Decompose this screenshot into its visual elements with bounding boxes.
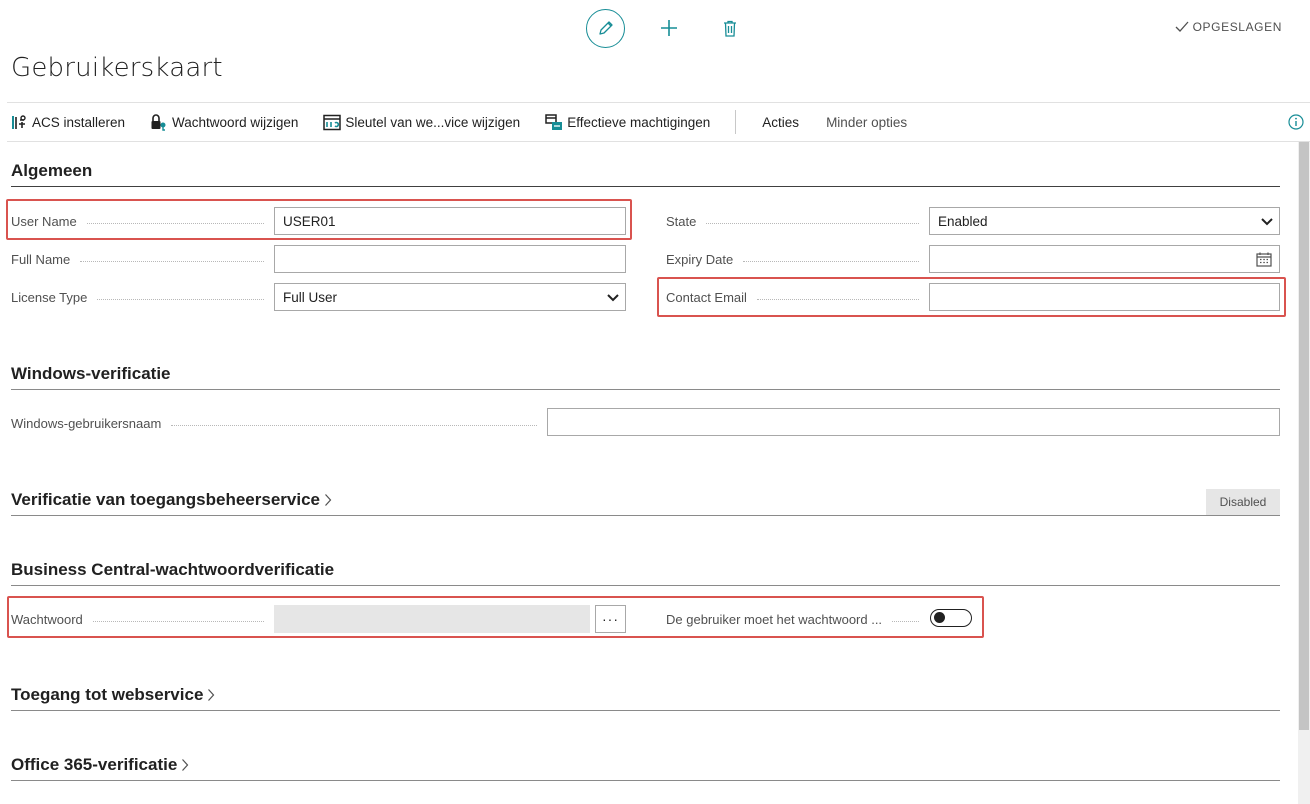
label-leader [97,299,264,300]
effective-permissions-action[interactable]: Effectieve machtigingen [545,113,711,131]
state-select[interactable]: Enabled [929,207,1280,235]
info-icon [1288,114,1304,130]
license-type-select[interactable]: Full User [274,283,626,311]
acs-setup-label: ACS installeren [32,114,126,130]
plus-icon [661,20,677,36]
section-divider [11,585,1280,586]
section-divider [11,186,1280,187]
pencil-icon [598,21,613,35]
chevron-right-icon [182,759,189,771]
label-leader [743,261,919,262]
page-title: Gebruikerskaart [11,53,223,83]
windows-username-label-text: Windows-gebruikersnaam [11,416,162,431]
state-value: Enabled [938,213,988,229]
expiry-date-label: Expiry Date [666,252,919,267]
chevron-down-icon [607,294,619,302]
section-title-office365-text: Office 365-verificatie [11,755,178,774]
license-type-label: License Type [11,290,264,305]
key-password-icon [151,113,166,131]
contact-email-highlight [657,277,1286,317]
section-divider [11,389,1280,390]
section-title-office365[interactable]: Office 365-verificatie [11,755,189,775]
chevron-down-icon [1261,218,1273,226]
save-status: OPGESLAGEN [1175,20,1282,34]
calendar-icon[interactable] [1256,252,1272,267]
chevron-right-icon [325,494,332,506]
section-title-acs[interactable]: Verificatie van toegangsbeheerservice [11,490,332,510]
effective-permissions-label: Effectieve machtigingen [567,114,711,130]
full-name-label-text: Full Name [11,252,71,267]
section-divider [11,515,1280,516]
section-title-webservice-text: Toegang tot webservice [11,685,204,704]
label-leader [80,261,264,262]
section-title-general[interactable]: Algemeen [11,161,92,181]
section-title-webservice[interactable]: Toegang tot webservice [11,685,215,705]
full-name-label: Full Name [11,252,264,267]
section-divider [11,780,1280,781]
section-title-acs-text: Verificatie van toegangsbeheerservice [11,490,320,509]
state-label-text: State [666,214,697,229]
actions-menu-button[interactable]: Acties [762,115,799,130]
section-title-windows[interactable]: Windows-verificatie [11,364,171,384]
save-status-label: OPGESLAGEN [1192,20,1282,34]
action-separator [735,110,737,134]
expiry-date-label-text: Expiry Date [666,252,734,267]
record-toolbar [586,8,742,48]
section-title-windows-text: Windows-verificatie [11,364,171,383]
section-divider [11,710,1280,711]
user-name-highlight [6,199,632,240]
license-type-label-text: License Type [11,290,88,305]
scrollbar-thumb[interactable] [1299,142,1309,730]
edit-button[interactable] [586,8,625,48]
change-webservice-key-action[interactable]: Sleutel van we...vice wijzigen [323,114,520,131]
state-label: State [666,214,919,229]
delete-button[interactable] [718,16,742,40]
fewer-options-button[interactable]: Minder opties [826,115,907,130]
change-webservice-key-label: Sleutel van we...vice wijzigen [345,114,521,130]
label-leader [706,223,919,224]
new-button[interactable] [657,16,681,40]
acs-setup-icon [12,114,26,129]
acs-setup-action[interactable]: ACS installeren [11,114,125,131]
section-title-bc-password[interactable]: Business Central-wachtwoordverificatie [11,560,334,580]
vertical-scrollbar[interactable] [1298,142,1310,804]
change-password-action[interactable]: Wachtwoord wijzigen [150,113,299,131]
section-title-bc-password-text: Business Central-wachtwoordverificatie [11,560,335,579]
windows-username-label: Windows-gebruikersnaam [11,416,537,431]
change-password-label: Wachtwoord wijzigen [172,114,299,130]
label-leader [171,425,537,426]
password-highlight [7,596,984,638]
chevron-right-icon [208,689,215,701]
webservice-key-icon [323,114,342,130]
acs-status-badge: Disabled [1206,489,1280,515]
windows-username-input[interactable] [547,408,1280,436]
action-bar: ACS installeren Wachtwoord wijzigen Sleu… [7,102,1310,142]
full-name-input[interactable] [274,245,626,273]
checkmark-icon [1175,21,1189,32]
license-type-value: Full User [283,289,338,305]
trash-icon [724,20,736,37]
info-button[interactable] [1288,114,1304,133]
section-title-general-text: Algemeen [11,161,93,180]
expiry-date-input[interactable] [929,245,1280,273]
permissions-icon [545,113,563,130]
